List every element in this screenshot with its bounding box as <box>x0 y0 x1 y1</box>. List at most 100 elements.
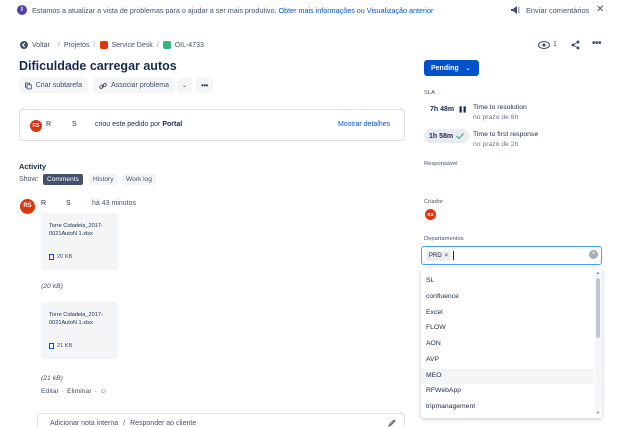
more-icon[interactable]: ••• <box>592 38 602 49</box>
department-tag-label: PRD <box>429 253 442 259</box>
attachment-size: 21 KB <box>49 343 72 349</box>
reply-customer-link[interactable]: Responder ao cliente <box>130 420 196 427</box>
service-desk-link[interactable]: Service Desk <box>112 42 153 49</box>
create-subtask-button[interactable]: Criar subtarefa <box>19 78 88 93</box>
created-via-label: criou este pedido por <box>95 121 161 128</box>
option-highlight <box>421 369 594 384</box>
file-icon <box>49 254 54 260</box>
more-actions-button[interactable]: ••• <box>196 78 213 93</box>
text-cursor <box>453 251 454 260</box>
banner-or: ou <box>356 6 365 15</box>
status-button[interactable]: Pending ⌄ <box>424 60 479 76</box>
remove-tag-icon[interactable]: × <box>445 253 449 259</box>
watchers-count: 1 <box>553 41 557 48</box>
created-via-text: criou este pedido por Portal <box>95 121 182 128</box>
scroll-down-icon[interactable]: ▼ <box>596 410 600 415</box>
create-subtask-label: Criar subtarefa <box>35 82 82 89</box>
edit-link[interactable]: Editar <box>41 388 59 395</box>
issue-key-link[interactable]: OIL-4733 <box>175 42 204 49</box>
footer-slash: / <box>123 420 126 427</box>
sla-label: SLA <box>424 90 435 96</box>
option-tripmanagement[interactable]: tripmanagement <box>426 403 475 410</box>
tab-history[interactable]: History <box>89 174 118 185</box>
sla-target: no prazo de 6h <box>473 114 519 121</box>
sla-time: 7h 48m <box>430 105 455 113</box>
sla-name: Time to resolution <box>473 104 527 111</box>
close-icon[interactable]: ✕ <box>596 4 604 15</box>
breadcrumb: Voltar / Projetos / Service Desk / OIL-4… <box>20 41 204 49</box>
comment-footer: Adicionar nota interna / Responder ao cl… <box>37 413 405 427</box>
option-rfwebapp[interactable]: RFWebApp <box>426 387 461 394</box>
back-arrow-icon[interactable] <box>20 41 28 49</box>
avatar: RS <box>30 120 42 132</box>
projects-link[interactable]: Projetos <box>64 42 90 49</box>
option-meo[interactable]: MEO <box>426 372 441 379</box>
delete-link[interactable]: Eliminar <box>67 388 92 395</box>
edit-icon[interactable] <box>388 419 396 427</box>
option-confluence[interactable]: confluence <box>426 293 459 300</box>
sla-name: Time to first response <box>473 131 539 138</box>
link-issue-button[interactable]: Associar problema <box>93 78 175 93</box>
requester-last[interactable]: S <box>72 121 77 128</box>
attachment-card[interactable]: Torre Cidadela_2017-0021AutoN 1.xlsx 20 … <box>41 213 118 270</box>
info-banner: i Estamos a atualizar a vista de problem… <box>0 0 644 22</box>
comment-actions: Editar · Eliminar · ☺ <box>41 388 107 395</box>
share-icon[interactable] <box>571 40 580 50</box>
departments-dropdown <box>421 268 602 418</box>
more-info-link[interactable]: Obter mais informações <box>279 6 355 15</box>
attachment-size-text: (20 kB) <box>41 283 63 290</box>
assignee-label: Responsável <box>424 161 458 167</box>
option-flow[interactable]: FLOW <box>426 324 446 331</box>
emoji-icon[interactable]: ☺ <box>100 388 107 395</box>
eye-icon[interactable] <box>538 41 550 49</box>
scroll-up-icon[interactable]: ▲ <box>596 270 600 275</box>
comment-author-first[interactable]: R <box>41 200 46 207</box>
option-excel[interactable]: Excel <box>426 309 443 316</box>
subtask-icon <box>25 82 32 89</box>
option-sl[interactable]: SL <box>426 277 434 284</box>
chevron-down-icon: ⌄ <box>181 83 188 89</box>
info-icon: i <box>17 5 27 15</box>
issue-title[interactable]: Dificuldade carregar autos <box>19 59 177 73</box>
banner-message: Estamos a atualizar a vista de problemas… <box>32 6 277 15</box>
previous-view-link[interactable]: Visualização anterior <box>367 6 434 15</box>
link-icon <box>99 82 107 89</box>
clear-icon[interactable]: × <box>589 250 598 259</box>
sla-timer: 1h 58m <box>424 129 469 143</box>
scrollbar-thumb[interactable] <box>596 278 600 338</box>
channel-name: Portal <box>162 121 183 128</box>
banner-text: Estamos a atualizar a vista de problemas… <box>32 6 433 15</box>
sla-timer: 7h 48m ❚❚ <box>424 102 469 116</box>
check-icon <box>456 133 465 139</box>
megaphone-icon[interactable] <box>510 5 520 15</box>
comment-author-last[interactable]: S <box>66 200 71 207</box>
attachment-size: 20 KB <box>49 254 72 260</box>
departments-label: Departamentos <box>424 236 464 242</box>
attachment-size-value: 20 KB <box>57 254 73 260</box>
department-tag: PRD × <box>426 251 452 261</box>
requester-first[interactable]: R <box>46 121 51 128</box>
sla-time: 1h 58m <box>429 132 454 140</box>
back-link[interactable]: Voltar <box>32 42 50 49</box>
attachment-size-value: 21 KB <box>57 343 73 349</box>
feedback-button[interactable]: Enviar comentários <box>526 6 589 15</box>
reporter-avatar[interactable]: RS <box>425 209 436 220</box>
tab-work-log[interactable]: Work log <box>122 174 156 185</box>
departments-select[interactable]: PRD × × <box>421 246 602 265</box>
comment-avatar[interactable]: RS <box>20 199 35 214</box>
attachment-name: Torre Cidadela_2017-0021AutoN 1.xlsx <box>49 312 103 326</box>
option-aon[interactable]: AON <box>426 340 441 347</box>
option-avp[interactable]: AVP <box>426 356 439 363</box>
request-summary: RS R S criou este pedido por Portal Most… <box>19 109 405 141</box>
add-internal-note-link[interactable]: Adicionar nota interna <box>50 420 118 427</box>
link-dropdown-button[interactable]: ⌄ <box>177 78 192 93</box>
separator-dot: · <box>61 388 65 395</box>
file-icon <box>49 343 54 349</box>
issue-type-icon <box>162 41 171 49</box>
tab-comments[interactable]: Comments <box>43 174 83 185</box>
attachment-card[interactable]: Torre Cidadela_2017-0021AutoN 1.xlsx 21 … <box>41 302 118 359</box>
show-details-link[interactable]: Mostrar detalhes <box>338 121 390 128</box>
reporter-label: Criador <box>424 199 444 205</box>
attachment-size-text: (21 kB) <box>41 375 63 382</box>
link-issue-label: Associar problema <box>111 82 169 89</box>
